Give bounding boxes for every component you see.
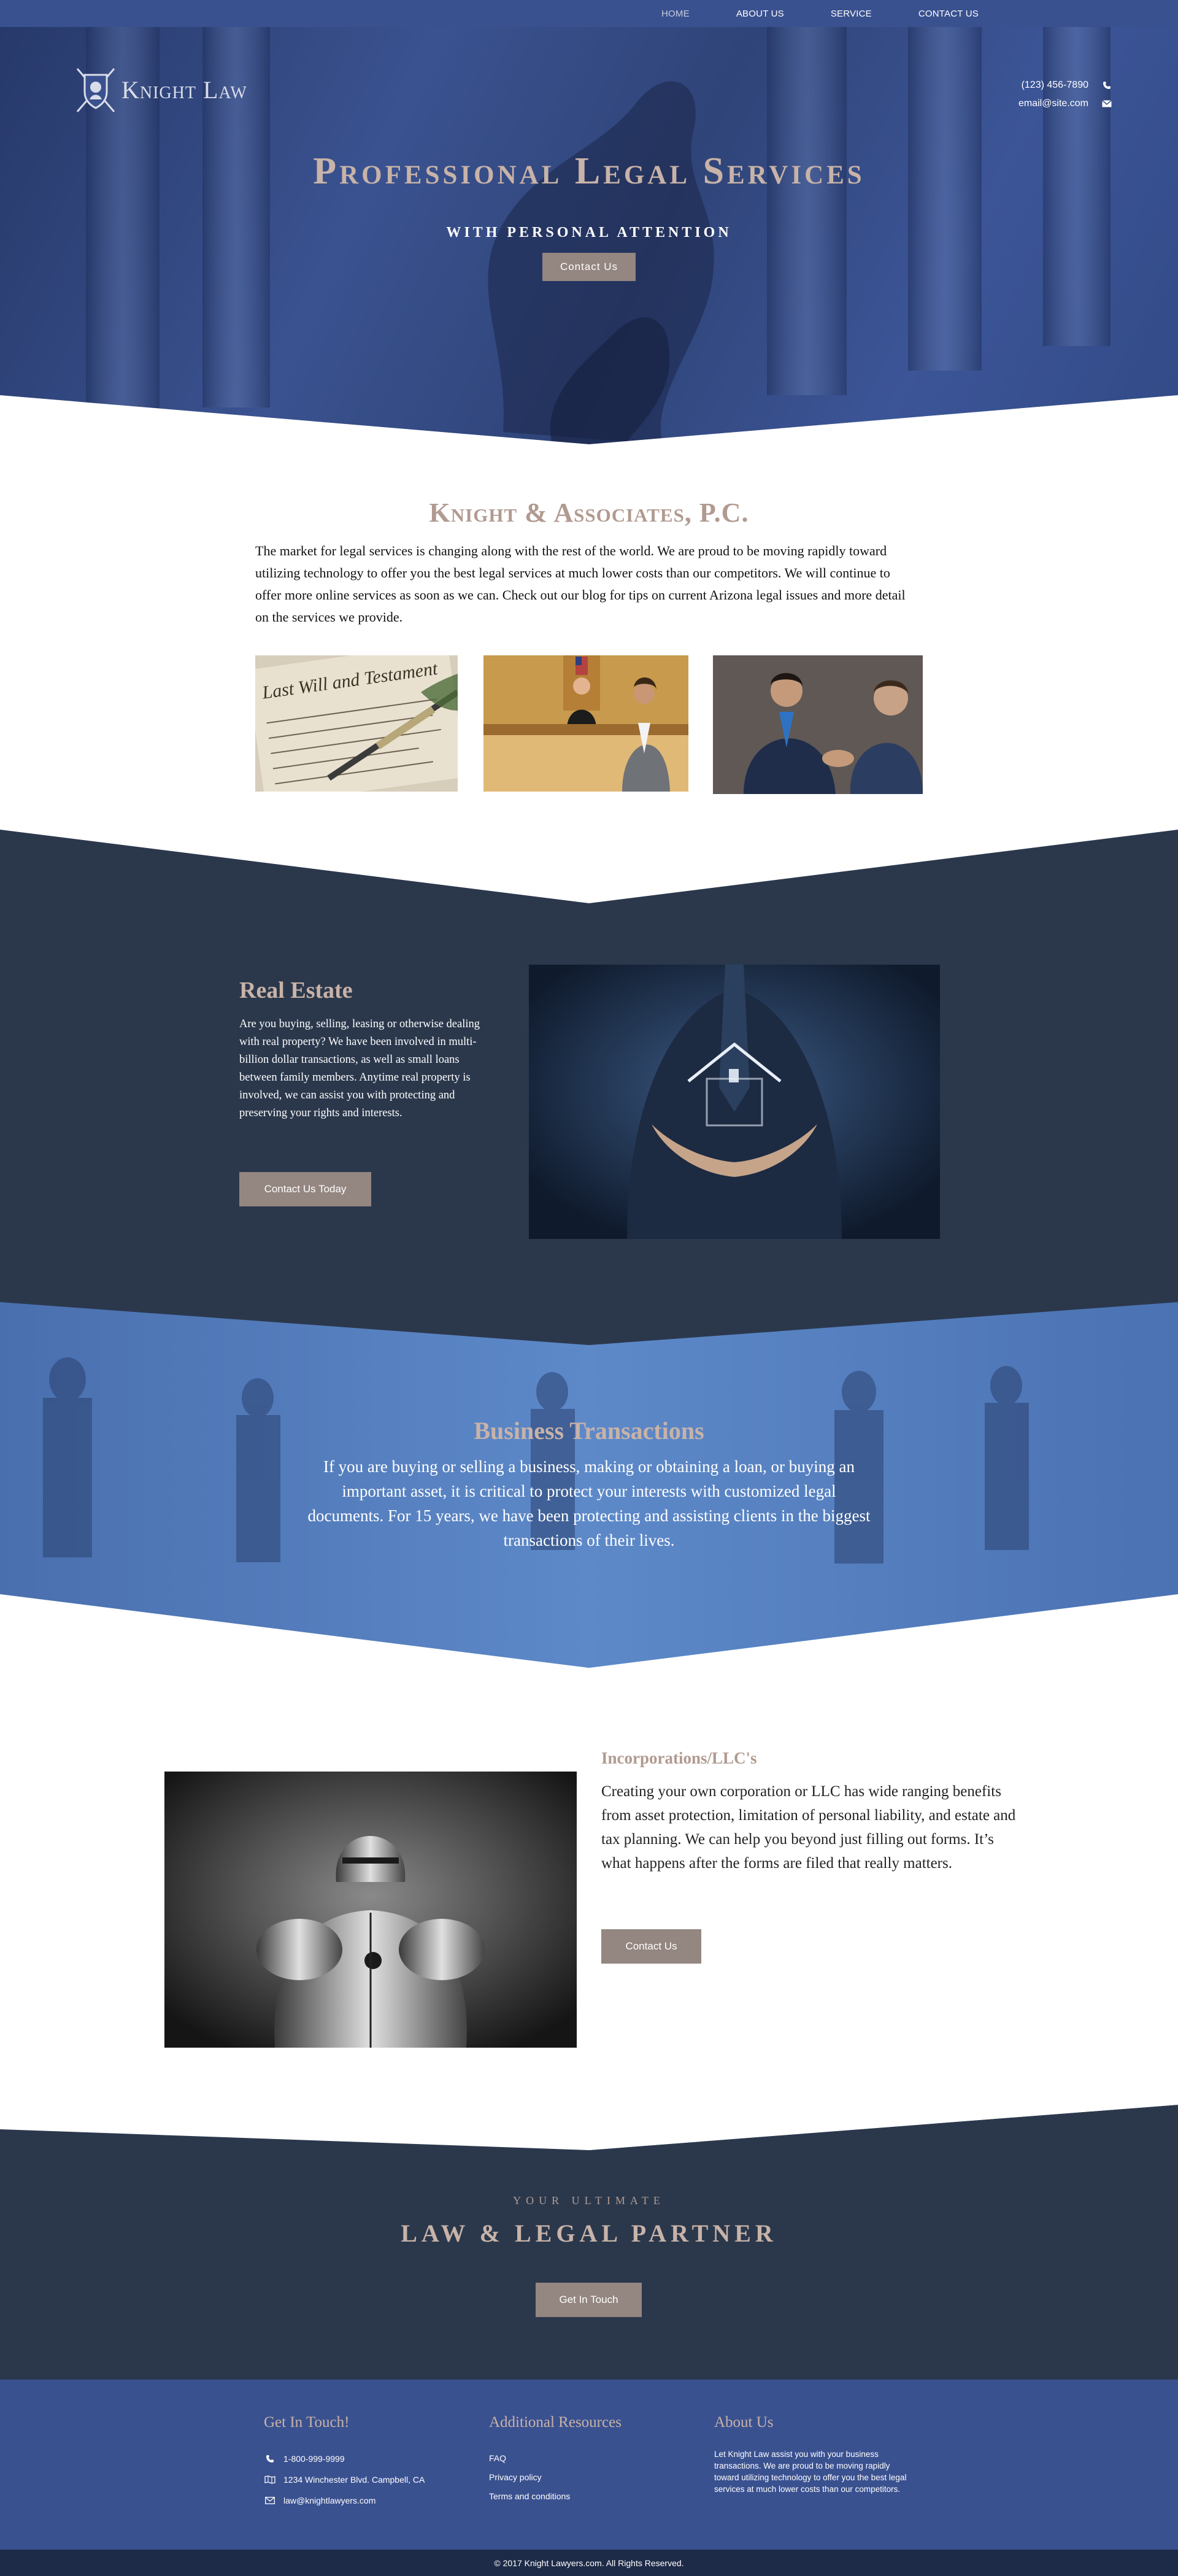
real-estate-top-divider [0,830,1178,903]
real-estate-title: Real Estate [239,978,353,1003]
footer-email-text: law@knightlawyers.com [283,2496,376,2505]
footer-about-title: About Us [714,2414,774,2431]
business-text: If you are buying or selling a business,… [307,1457,871,1549]
envelope-icon [1102,100,1112,107]
real-estate-contact-button[interactable]: Contact Us Today [239,1172,371,1206]
incorporations-text: Creating your own corporation or LLC has… [601,1783,1016,1872]
hero-section: Knight Law (123) 456-7890 email@site.com… [0,27,1178,444]
footer-email[interactable]: law@knightlawyers.com [264,2490,425,2511]
nav-menu: HOME ABOUT US SERVICE CONTACT US [661,0,1025,27]
header-phone[interactable]: (123) 456-7890 [1018,76,1112,94]
footer-about: About Us Let Knight Law assist you with … [714,2414,917,2495]
footer-phone[interactable]: 1-800-999-9999 [264,2448,425,2469]
hero-subtitle: with personal attention [446,225,732,241]
nav-item-about-us[interactable]: ABOUT US [736,9,784,19]
incorporations-title: Incorporations/LLC's [601,1749,757,1767]
footer-about-text: Let Knight Law assist you with your busi… [714,2450,907,2494]
header-email[interactable]: email@site.com [1018,94,1112,113]
footer-link-faq[interactable]: FAQ [489,2448,622,2467]
copyright-text: © 2017 Knight Lawyers.com. All Rights Re… [494,2558,684,2568]
footer-resources-title: Additional Resources [489,2414,622,2431]
incorporations-contact-button[interactable]: Contact Us [601,1929,701,1964]
hero-contact-button[interactable]: Contact Us [542,253,636,281]
page: HOME ABOUT US SERVICE CONTACT US Knight … [0,0,1178,2576]
hero-divider [0,395,1178,444]
phone-icon [1102,81,1112,90]
nav-item-home[interactable]: HOME [661,9,690,19]
header-phone-text: (123) 456-7890 [1021,80,1088,90]
logo-text: Knight Law [121,75,247,104]
photo-knight-armor [164,1772,577,2048]
footer-address: 1234 Winchester Blvd. Campbell, CA [264,2469,425,2490]
about-title: Knight & Associates, P.C. [429,498,749,528]
footer-get-in-touch: Get In Touch! 1-800-999-9999 1234 Winche… [264,2414,425,2511]
phone-icon [264,2455,276,2463]
footer-get-in-touch-title: Get In Touch! [264,2414,350,2431]
site-logo[interactable]: Knight Law [74,65,247,114]
copyright-bar: © 2017 Knight Lawyers.com. All Rights Re… [0,2550,1178,2576]
photo-house-in-hands [529,965,940,1239]
header-contact: (123) 456-7890 email@site.com [1018,76,1112,113]
photo-handshake [713,655,923,794]
footer-address-text: 1234 Winchester Blvd. Campbell, CA [283,2475,425,2485]
shield-swords-icon [76,68,115,112]
photo-last-will: Last Will and Testament [255,655,458,792]
map-icon [264,2475,276,2484]
get-in-touch-button[interactable]: Get In Touch [536,2283,642,2317]
partner-kicker: Your ultimate [513,2194,665,2207]
photo-courtroom [483,655,688,792]
nav-item-contact-us[interactable]: CONTACT US [918,9,979,19]
real-estate-text: Are you buying, selling, leasing or othe… [239,1018,480,1119]
nav-item-service[interactable]: SERVICE [831,9,872,19]
about-text: The market for legal services is changin… [255,543,906,625]
business-title: Business Transactions [474,1417,704,1444]
envelope-icon [264,2497,276,2504]
footer-link-privacy[interactable]: Privacy policy [489,2467,622,2486]
top-navigation: HOME ABOUT US SERVICE CONTACT US [0,0,1178,27]
footer-phone-text: 1-800-999-9999 [283,2454,345,2464]
footer-link-terms[interactable]: Terms and conditions [489,2486,622,2505]
header-email-text: email@site.com [1018,98,1088,109]
hero-title: Professional Legal Services [313,150,865,192]
partner-top-divider [0,2105,1178,2150]
footer-resources: Additional Resources FAQ Privacy policy … [489,2414,622,2505]
partner-title: Law & Legal Partner [401,2219,777,2247]
